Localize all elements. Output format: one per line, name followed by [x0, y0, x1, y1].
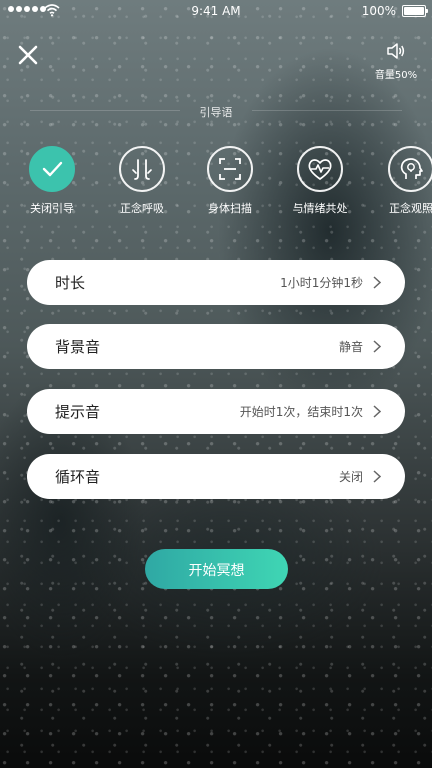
guide-label: 关闭引导 — [30, 202, 74, 215]
battery-percentage: 100% — [361, 4, 396, 18]
guide-label: 正念观照 — [389, 202, 432, 215]
guide-label: 与情绪共处 — [292, 202, 348, 215]
speaker-icon — [387, 43, 405, 59]
chevron-right-icon — [373, 340, 381, 353]
breath-icon — [132, 159, 152, 180]
chevron-right-icon — [373, 405, 381, 418]
guide-circle — [297, 146, 343, 192]
guide-option-off[interactable]: 关闭引导 — [8, 146, 96, 216]
head-bulb-icon — [400, 158, 423, 179]
guide-label: 正念呼吸 — [120, 202, 164, 215]
section-title: 引导语 — [199, 106, 233, 119]
scan-icon — [219, 158, 241, 180]
row-label: 时长 — [55, 274, 86, 292]
check-icon — [42, 161, 63, 177]
divider-right — [252, 110, 402, 111]
guide-circle — [207, 146, 253, 192]
battery-icon — [402, 5, 428, 17]
status-bar: 9:41 AM 100% — [0, 0, 432, 22]
guide-option-body-scan[interactable]: 身体扫描 — [186, 146, 274, 216]
close-button[interactable] — [16, 43, 40, 67]
guide-option-emotion[interactable]: 与情绪共处 — [276, 146, 364, 216]
setting-row-prompt-sound[interactable]: 提示音 开始时1次，结束时1次 — [27, 389, 405, 434]
row-value: 静音 — [338, 340, 363, 354]
volume-button[interactable]: 音量50% — [374, 42, 418, 81]
guide-circle — [388, 146, 432, 192]
close-icon — [18, 45, 38, 65]
guide-option-mindfulness[interactable]: 正念观照 — [367, 146, 432, 216]
row-label: 背景音 — [55, 338, 101, 356]
guide-label: 身体扫描 — [208, 202, 252, 215]
volume-label: 音量50% — [374, 70, 418, 81]
heart-pulse-icon — [308, 159, 332, 180]
setting-row-duration[interactable]: 时长 1小时1分钟1秒 — [27, 260, 405, 305]
row-label: 提示音 — [55, 403, 101, 421]
guide-circle — [29, 146, 75, 192]
row-value: 关闭 — [338, 470, 363, 484]
row-value: 1小时1分钟1秒 — [280, 276, 363, 290]
setting-row-loop-sound[interactable]: 循环音 关闭 — [27, 454, 405, 499]
setting-row-background-sound[interactable]: 背景音 静音 — [27, 324, 405, 369]
row-value: 开始时1次，结束时1次 — [239, 405, 363, 419]
chevron-right-icon — [373, 276, 381, 289]
guide-option-breathing[interactable]: 正念呼吸 — [98, 146, 186, 216]
guidance-options: 关闭引导 正念呼吸 身体扫描 与情绪共处 正念观照 — [0, 146, 432, 226]
chevron-right-icon — [373, 470, 381, 483]
start-meditation-button[interactable]: 开始冥想 — [145, 549, 288, 589]
guide-circle — [119, 146, 165, 192]
row-label: 循环音 — [55, 468, 101, 486]
